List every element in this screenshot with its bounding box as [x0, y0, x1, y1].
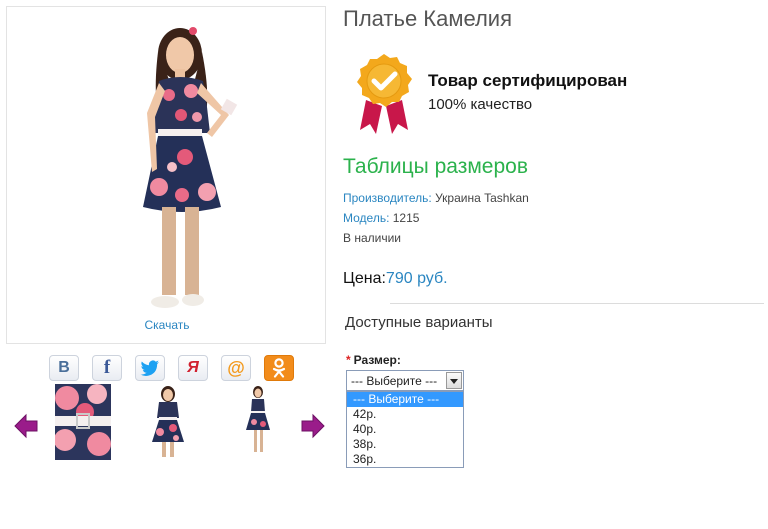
facebook-share-button[interactable]: f — [92, 355, 122, 381]
model-row: Модель: 1215 — [343, 211, 419, 225]
size-field-label: * Размер: — [346, 353, 401, 367]
thumbnail-side[interactable] — [230, 384, 286, 460]
manufacturer-row: Производитель: Украина Tashkan — [343, 191, 529, 205]
download-link[interactable]: Скачать — [7, 318, 327, 332]
size-option[interactable]: 42р. — [347, 407, 463, 422]
size-dropdown-list: --- Выберите --- 42р. 40р. 38р. 36р. — [346, 391, 464, 468]
odnoklassniki-icon — [272, 358, 286, 378]
mail-icon: @ — [227, 357, 245, 378]
price-value: 790 руб. — [385, 270, 448, 287]
availability-status: В наличии — [343, 231, 402, 245]
size-option[interactable]: 36р. — [347, 452, 463, 467]
size-select-value: --- Выберите --- — [351, 374, 438, 388]
social-share-bar: B f Я @ — [49, 355, 294, 381]
next-arrow-icon[interactable] — [300, 413, 326, 439]
price-row: Цена:790 руб. — [343, 270, 448, 288]
girl-front-thumbnail — [152, 386, 184, 457]
size-option[interactable]: --- Выберите --- — [347, 392, 463, 407]
fabric-closeup-image — [55, 384, 111, 460]
certified-badge-icon — [357, 54, 412, 134]
chevron-down-icon[interactable] — [446, 372, 462, 389]
vk-share-button[interactable]: B — [49, 355, 79, 381]
prev-arrow-icon[interactable] — [13, 413, 39, 439]
manufacturer-label[interactable]: Производитель: — [343, 191, 432, 205]
model-label: Модель: — [343, 211, 390, 225]
odnoklassniki-share-button[interactable] — [264, 355, 294, 381]
manufacturer-value: Украина Tashkan — [431, 191, 529, 205]
girl-in-dress-image — [143, 27, 238, 308]
twitter-icon — [140, 360, 159, 376]
facebook-icon: f — [103, 357, 111, 378]
girl-side-thumbnail — [246, 386, 270, 452]
size-select[interactable]: --- Выберите --- — [346, 370, 464, 391]
moimir-icon: Я — [187, 359, 199, 376]
vk-icon: B — [58, 359, 70, 376]
certificate-subtitle: 100% качество — [428, 96, 533, 113]
product-title: Платье Камелия — [343, 6, 513, 31]
size-tables-link[interactable]: Таблицы размеров — [343, 155, 528, 179]
size-option[interactable]: 38р. — [347, 437, 463, 452]
thumbnail-fabric[interactable] — [55, 384, 111, 460]
size-label-text: Размер: — [353, 353, 401, 367]
divider — [390, 303, 764, 304]
thumbnail-front[interactable] — [140, 384, 196, 460]
model-value: 1215 — [389, 211, 420, 225]
moimir-share-button[interactable]: Я — [178, 355, 208, 381]
price-label: Цена: — [343, 270, 386, 287]
size-option[interactable]: 40р. — [347, 422, 463, 437]
certificate-title: Товар сертифицирован — [428, 71, 628, 90]
product-main-image[interactable]: Скачать — [6, 6, 326, 344]
mail-share-button[interactable]: @ — [221, 355, 251, 381]
twitter-share-button[interactable] — [135, 355, 165, 381]
required-mark: * — [346, 353, 351, 367]
variants-heading: Доступные варианты — [345, 314, 493, 331]
